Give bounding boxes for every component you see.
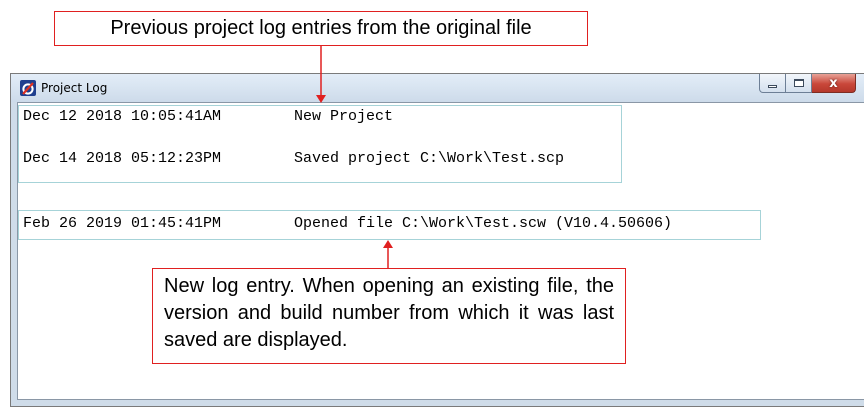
log-row[interactable]: Dec 14 2018 05:12:23PM Saved project C:\… <box>23 149 564 169</box>
log-timestamp: Dec 14 2018 05:12:23PM <box>23 150 222 167</box>
maximize-icon <box>793 79 804 87</box>
annotated-screenshot: Project Log x Dec 12 2018 10:05:41AM New… <box>0 0 864 410</box>
close-icon: x <box>829 75 838 91</box>
log-row[interactable]: Dec 12 2018 10:05:41AM New Project <box>23 107 393 127</box>
log-message: Opened file C:\Work\Test.scw (V10.4.5060… <box>294 215 673 232</box>
new-entry-callout: New log entry. When opening an existing … <box>152 268 626 364</box>
close-button[interactable]: x <box>812 74 856 93</box>
minimize-button[interactable] <box>759 74 786 93</box>
maximize-button[interactable] <box>786 74 812 93</box>
minimize-icon <box>768 84 777 88</box>
app-icon <box>20 80 36 96</box>
title-bar[interactable]: Project Log x <box>11 74 864 102</box>
log-timestamp: Dec 12 2018 10:05:41AM <box>23 108 222 125</box>
window-title: Project Log <box>41 81 108 95</box>
previous-entries-callout: Previous project log entries from the or… <box>54 11 588 46</box>
log-message: New Project <box>294 108 394 125</box>
caption-buttons: x <box>759 74 856 94</box>
log-timestamp: Feb 26 2019 01:45:41PM <box>23 215 222 232</box>
log-message: Saved project C:\Work\Test.scp <box>294 150 565 167</box>
log-row[interactable]: Feb 26 2019 01:45:41PM Opened file C:\Wo… <box>23 214 672 234</box>
